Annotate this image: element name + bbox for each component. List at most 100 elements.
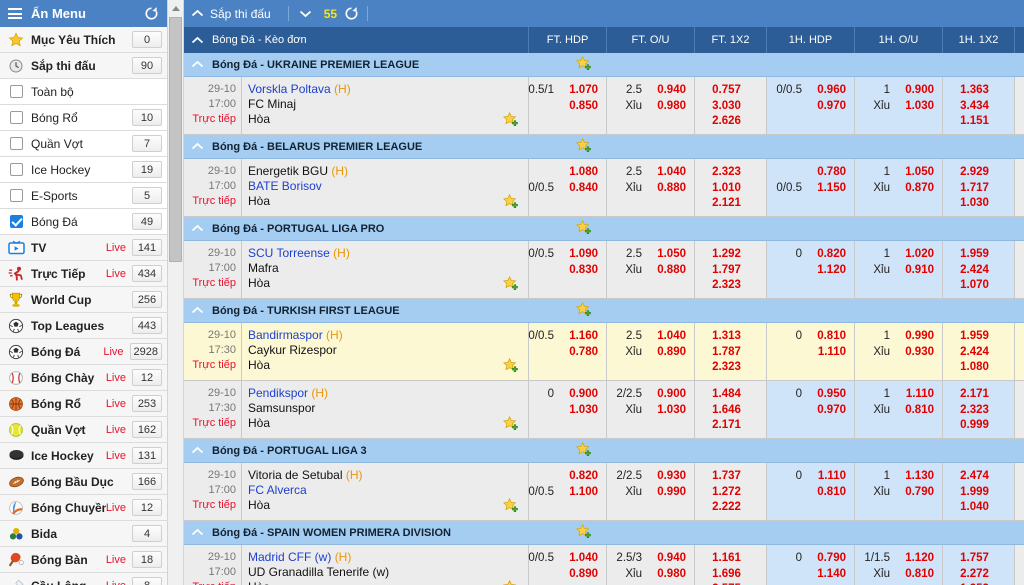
odds-value[interactable]: 0.830	[562, 263, 598, 279]
odds-line[interactable]: 0 0.950	[767, 387, 854, 403]
ft-hdp-cell[interactable]: 0/0.5 1.090 0.830	[528, 241, 606, 298]
league-chevron-up-icon[interactable]	[188, 220, 206, 238]
odds-value[interactable]: 0.890	[650, 345, 686, 361]
toolbar-refresh-icon[interactable]	[344, 6, 359, 21]
odds-value[interactable]: 0.880	[650, 181, 686, 197]
odds-value[interactable]: 1.272	[712, 485, 741, 501]
column-header-ft-1x2[interactable]: FT. 1X2	[694, 27, 766, 53]
odds-value[interactable]: 1.737	[712, 469, 741, 485]
sidebar-item-bida[interactable]: Bida 4	[0, 521, 167, 547]
odds-value[interactable]: 1.040	[562, 551, 598, 567]
checkbox-icon[interactable]	[6, 161, 26, 179]
odds-line[interactable]: Xỉu 0.790	[855, 485, 942, 501]
add-favorite-star-icon[interactable]	[576, 523, 592, 539]
odds-value[interactable]: 0.980	[650, 99, 686, 115]
odds-line[interactable]: 1.717	[943, 181, 1014, 197]
sidebar-item-top-leagues[interactable]: Top Leagues 443	[0, 313, 167, 339]
odds-line[interactable]: 1.999	[943, 485, 1014, 501]
odds-line[interactable]: 2.929	[943, 165, 1014, 181]
odds-value[interactable]: 1.050	[898, 165, 934, 181]
odds-value[interactable]: 3.030	[712, 99, 741, 115]
column-header-ft-hdp[interactable]: FT. HDP	[528, 27, 606, 53]
odds-value[interactable]: 1.696	[712, 567, 741, 583]
odds-line[interactable]: Xỉu 0.980	[607, 567, 694, 583]
odds-value[interactable]: 0.930	[650, 469, 686, 485]
ft-ou-cell[interactable]: 2.5 1.050 Xỉu 0.880	[606, 241, 694, 298]
odds-line[interactable]: 1/1.5 1.120	[855, 551, 942, 567]
league-header[interactable]: Bóng Đá - UKRAINE PREMIER LEAGUE	[184, 53, 1024, 77]
odds-value[interactable]: 2.424	[960, 263, 989, 279]
checkbox-icon[interactable]	[6, 83, 26, 101]
sidebar-item-ice-hockey[interactable]: Ice Hockey 19	[0, 157, 167, 183]
odds-line[interactable]: Xỉu 0.980	[607, 99, 694, 115]
ft-hdp-cell[interactable]: 1.080 0/0.5 0.840	[528, 159, 606, 216]
odds-value[interactable]: 2.626	[712, 114, 741, 130]
away-team[interactable]: Samsunspor	[248, 401, 528, 416]
sidebar-item-qu-n-v-t[interactable]: Quần Vợt 7	[0, 131, 167, 157]
sidebar-item-b-ng[interactable]: Bóng Đá 49	[0, 209, 167, 235]
odds-value[interactable]: 2.171	[960, 387, 989, 403]
odds-value[interactable]: 3.434	[960, 99, 989, 115]
odds-line[interactable]: 0 0.820	[767, 247, 854, 263]
add-favorite-star-icon[interactable]	[576, 137, 592, 153]
odds-line[interactable]: 0/0.5 0.960	[767, 83, 854, 99]
odds-line[interactable]: 1.959	[943, 329, 1014, 345]
checkbox-checked-icon[interactable]	[6, 213, 26, 231]
odds-value[interactable]: 1.030	[960, 196, 989, 212]
odds-value[interactable]: 0.990	[898, 329, 934, 345]
odds-value[interactable]: 2.323	[712, 278, 741, 294]
odds-value[interactable]: 2.222	[712, 500, 741, 516]
away-team[interactable]: UD Granadilla Tenerife (w)	[248, 565, 528, 580]
ft-ou-cell[interactable]: 2/2.5 0.930 Xỉu 0.990	[606, 463, 694, 520]
odds-value[interactable]: 1.050	[650, 247, 686, 263]
sidebar-item-c-u-l-ng[interactable]: Cầu LôngLive 8	[0, 573, 167, 585]
odds-value[interactable]: 1.110	[810, 469, 846, 485]
odds-line[interactable]: 1.292	[695, 247, 766, 263]
odds-line[interactable]: 2.323	[695, 278, 766, 294]
h1-hdp-cell[interactable]: 0 0.950 0.970	[766, 381, 854, 438]
odds-line[interactable]: 1.757	[943, 551, 1014, 567]
odds-value[interactable]: 1.040	[960, 500, 989, 516]
odds-line[interactable]: Xỉu 0.990	[607, 485, 694, 501]
odds-value[interactable]: 0.910	[898, 263, 934, 279]
away-team[interactable]: FC Alverca	[248, 483, 528, 498]
odds-line[interactable]: 0.810	[767, 485, 854, 501]
league-chevron-up-icon[interactable]	[188, 442, 206, 460]
more-cell[interactable]: 7+	[1014, 545, 1024, 585]
checkbox-icon[interactable]	[6, 135, 26, 153]
odds-line[interactable]: 2/2.5 0.930	[607, 469, 694, 485]
odds-value[interactable]: 1.110	[810, 345, 846, 361]
h1-1x2-cell[interactable]: 1.7572.2721.252	[942, 545, 1014, 585]
odds-line[interactable]: 0/0.5 1.160	[528, 329, 606, 345]
away-team[interactable]: Mafra	[248, 261, 528, 276]
h1-ou-cell[interactable]: 1 0.900 Xỉu 1.030	[854, 77, 942, 134]
add-favorite-star-icon[interactable]	[503, 580, 519, 585]
more-cell[interactable]: 7+	[1014, 381, 1024, 438]
more-cell[interactable]: 7+	[1014, 241, 1024, 298]
odds-value[interactable]: 0.890	[562, 567, 598, 583]
odds-line[interactable]: 1.484	[695, 387, 766, 403]
odds-line[interactable]: 1.070	[943, 278, 1014, 294]
league-header[interactable]: Bóng Đá - TURKISH FIRST LEAGUE	[184, 299, 1024, 323]
ft-ou-cell[interactable]: 2.5 1.040 Xỉu 0.890	[606, 323, 694, 380]
odds-line[interactable]: Xỉu 0.870	[855, 181, 942, 197]
odds-line[interactable]: 1 0.900	[855, 83, 942, 99]
odds-value[interactable]: 0.810	[898, 403, 934, 419]
odds-value[interactable]: 1.020	[898, 247, 934, 263]
odds-value[interactable]: 2.474	[960, 469, 989, 485]
odds-value[interactable]: 1.150	[810, 181, 846, 197]
odds-value[interactable]: 2.424	[960, 345, 989, 361]
odds-value[interactable]: 1.110	[898, 387, 934, 403]
odds-line[interactable]: 1.797	[695, 263, 766, 279]
ft-ou-cell[interactable]: 2.5 1.040 Xỉu 0.880	[606, 159, 694, 216]
odds-line[interactable]: 0.780	[767, 165, 854, 181]
checkbox-icon[interactable]	[6, 109, 26, 127]
sidebar-item-world-cup[interactable]: World Cup 256	[0, 287, 167, 313]
sidebar-item-tr-c-ti-p[interactable]: Trực Tiếp Live 434	[0, 261, 167, 287]
odds-value[interactable]: 0.810	[810, 329, 846, 345]
odds-value[interactable]: 2.171	[712, 418, 741, 434]
odds-line[interactable]: 0/0.5 1.100	[528, 485, 606, 501]
ft-1x2-cell[interactable]: 1.737 1.272 2.222	[694, 463, 766, 520]
away-team[interactable]: FC Minaj	[248, 97, 528, 112]
odds-line[interactable]: 2.121	[695, 196, 766, 212]
